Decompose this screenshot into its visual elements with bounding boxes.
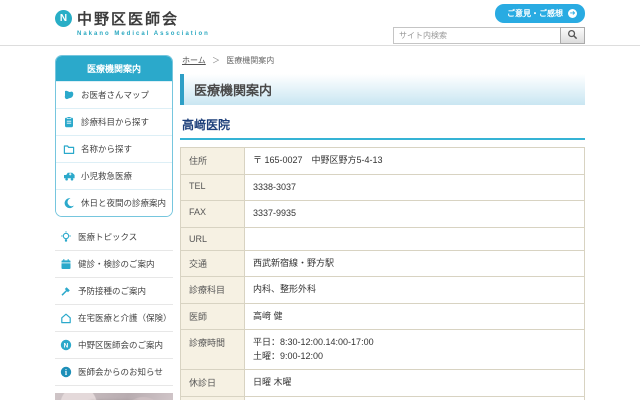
sidebar-item-label: 在宅医療と介護（保険） (78, 312, 169, 324)
detail-label: TEL (181, 174, 245, 201)
calendar-icon (59, 258, 73, 270)
lightbulb-icon (59, 231, 73, 243)
table-row: 休診日日曜 木曜 (181, 370, 585, 397)
sidebar-item[interactable]: 名称から探す (56, 135, 172, 162)
detail-label: 休診日 (181, 370, 245, 397)
feedback-button[interactable]: ご意見・ご感想 ➜ (495, 4, 585, 23)
detail-value: 3337-9935 (245, 201, 585, 228)
detail-label: 診療科目 (181, 277, 245, 304)
page-title: 医療機関案内 (180, 74, 585, 105)
sidebar-item[interactable]: 診療科目から探す (56, 108, 172, 135)
detail-value: 西武新宿線・野方駅 (245, 250, 585, 277)
ambulance-icon (62, 170, 76, 182)
clinic-name: 高﨑医院 (180, 114, 585, 140)
search-button[interactable] (560, 27, 585, 44)
table-row: 交通西武新宿線・野方駅 (181, 250, 585, 277)
sidebar-item-label: 健診・検診のご案内 (78, 258, 155, 270)
sidebar-primary-menu: お医者さんマップ診療科目から探す名称から探す小児救急医療休日と夜間の診療案内 (56, 81, 172, 216)
sidebar-item-label: 診療科目から探す (81, 116, 149, 128)
detail-label: 医師 (181, 303, 245, 330)
sidebar-secondary-menu: 医療トピックス健診・検診のご案内予防接種のご案内在宅医療と介護（保険） N 中野区医… (55, 224, 173, 386)
detail-label: 交通 (181, 250, 245, 277)
feedback-button-label: ご意見・ご感想 (507, 8, 563, 19)
folder-icon (62, 143, 76, 155)
sidebar-item-label: お医者さんマップ (81, 89, 149, 101)
table-row: URL (181, 227, 585, 250)
detail-value (245, 227, 585, 250)
sidebar-item[interactable]: 休日と夜間の診療案内 (56, 189, 172, 216)
map-icon (62, 89, 76, 101)
sidebar-item-label: 医療トピックス (78, 231, 137, 243)
detail-value: 〒 165-0027 中野区野方5-4-13 (245, 148, 585, 175)
sidebar-item-label: 小児救急医療 (81, 170, 132, 182)
clipboard-icon (62, 116, 76, 128)
association-logo-icon: N (59, 339, 73, 351)
breadcrumb-separator: ＞ (212, 56, 220, 65)
info-icon: i (59, 366, 73, 378)
table-row: 診療科目内科、整形外科 (181, 277, 585, 304)
svg-text:N: N (64, 342, 69, 349)
banner-visiting-nurse-station[interactable]: 中野区医師会 訪問看護ステーション (55, 393, 173, 400)
table-row: 保険社保 国保 生保 自費 (181, 396, 585, 400)
clinic-details-table: 住所〒 165-0027 中野区野方5-4-13TEL3338-3037FAX3… (180, 147, 585, 400)
detail-label: URL (181, 227, 245, 250)
magnifier-icon (567, 28, 578, 43)
detail-value: 高﨑 健 (245, 303, 585, 330)
site-title: 中野区医師会 (77, 8, 179, 29)
detail-value: 3338-3037 (245, 174, 585, 201)
search-input[interactable] (393, 27, 561, 44)
detail-value: 平日：8:30-12:00.14:00-17:00 土曜：9:00-12:00 (245, 330, 585, 370)
detail-label: 住所 (181, 148, 245, 175)
sidebar-item-label: 中野区医師会のご案内 (78, 339, 163, 351)
sidebar-item-label: 名称から探す (81, 143, 132, 155)
main-content: ホーム ＞ 医療機関案内 医療機関案内 高﨑医院 住所〒 165-0027 中野… (180, 55, 585, 400)
home-icon (59, 312, 73, 324)
site-subtitle: Nakano Medical Association (77, 31, 210, 37)
table-row: 診療時間平日：8:30-12:00.14:00-17:00 土曜：9:00-12… (181, 330, 585, 370)
sidebar-item[interactable]: i 医師会からのお知らせ (55, 359, 173, 386)
breadcrumb-current: 医療機関案内 (226, 56, 274, 65)
page: N 中野区医師会 Nakano Medical Association ご意見・… (0, 0, 640, 400)
sidebar-item[interactable]: 医療トピックス (55, 224, 173, 251)
breadcrumb-home-link[interactable]: ホーム (182, 56, 206, 65)
arrow-circle-icon: ➜ (568, 9, 577, 18)
sidebar-item[interactable]: 在宅医療と介護（保険） (55, 305, 173, 332)
sidebar-item[interactable]: お医者さんマップ (56, 81, 172, 108)
association-logo-icon: N (55, 10, 72, 27)
sidebar-item-label: 予防接種のご案内 (78, 285, 146, 297)
table-row: 医師高﨑 健 (181, 303, 585, 330)
sidebar-item-label: 休日と夜間の診療案内 (81, 197, 166, 209)
detail-label: 保険 (181, 396, 245, 400)
table-row: FAX3337-9935 (181, 201, 585, 228)
sidebar-item[interactable]: 健診・検診のご案内 (55, 251, 173, 278)
sidebar-menu-box: 医療機関案内 お医者さんマップ診療科目から探す名称から探す小児救急医療休日と夜間… (55, 55, 173, 217)
site-logo[interactable]: N 中野区医師会 Nakano Medical Association (55, 0, 210, 45)
sidebar-item[interactable]: N 中野区医師会のご案内 (55, 332, 173, 359)
sidebar-item-label: 医師会からのお知らせ (78, 366, 163, 378)
moon-icon (62, 197, 76, 209)
table-row: TEL3338-3037 (181, 174, 585, 201)
site-header: N 中野区医師会 Nakano Medical Association ご意見・… (0, 0, 640, 46)
breadcrumb: ホーム ＞ 医療機関案内 (182, 55, 585, 66)
sidebar-item[interactable]: 予防接種のご案内 (55, 278, 173, 305)
detail-value: 社保 国保 生保 自費 (245, 396, 585, 400)
sidebar-menu-title: 医療機関案内 (56, 56, 172, 81)
site-search (393, 27, 585, 44)
sidebar-item[interactable]: 小児救急医療 (56, 162, 172, 189)
detail-value: 日曜 木曜 (245, 370, 585, 397)
detail-label: FAX (181, 201, 245, 228)
detail-value: 内科、整形外科 (245, 277, 585, 304)
syringe-icon (59, 285, 73, 297)
sidebar: 医療機関案内 お医者さんマップ診療科目から探す名称から探す小児救急医療休日と夜間… (55, 55, 173, 400)
table-row: 住所〒 165-0027 中野区野方5-4-13 (181, 148, 585, 175)
detail-label: 診療時間 (181, 330, 245, 370)
